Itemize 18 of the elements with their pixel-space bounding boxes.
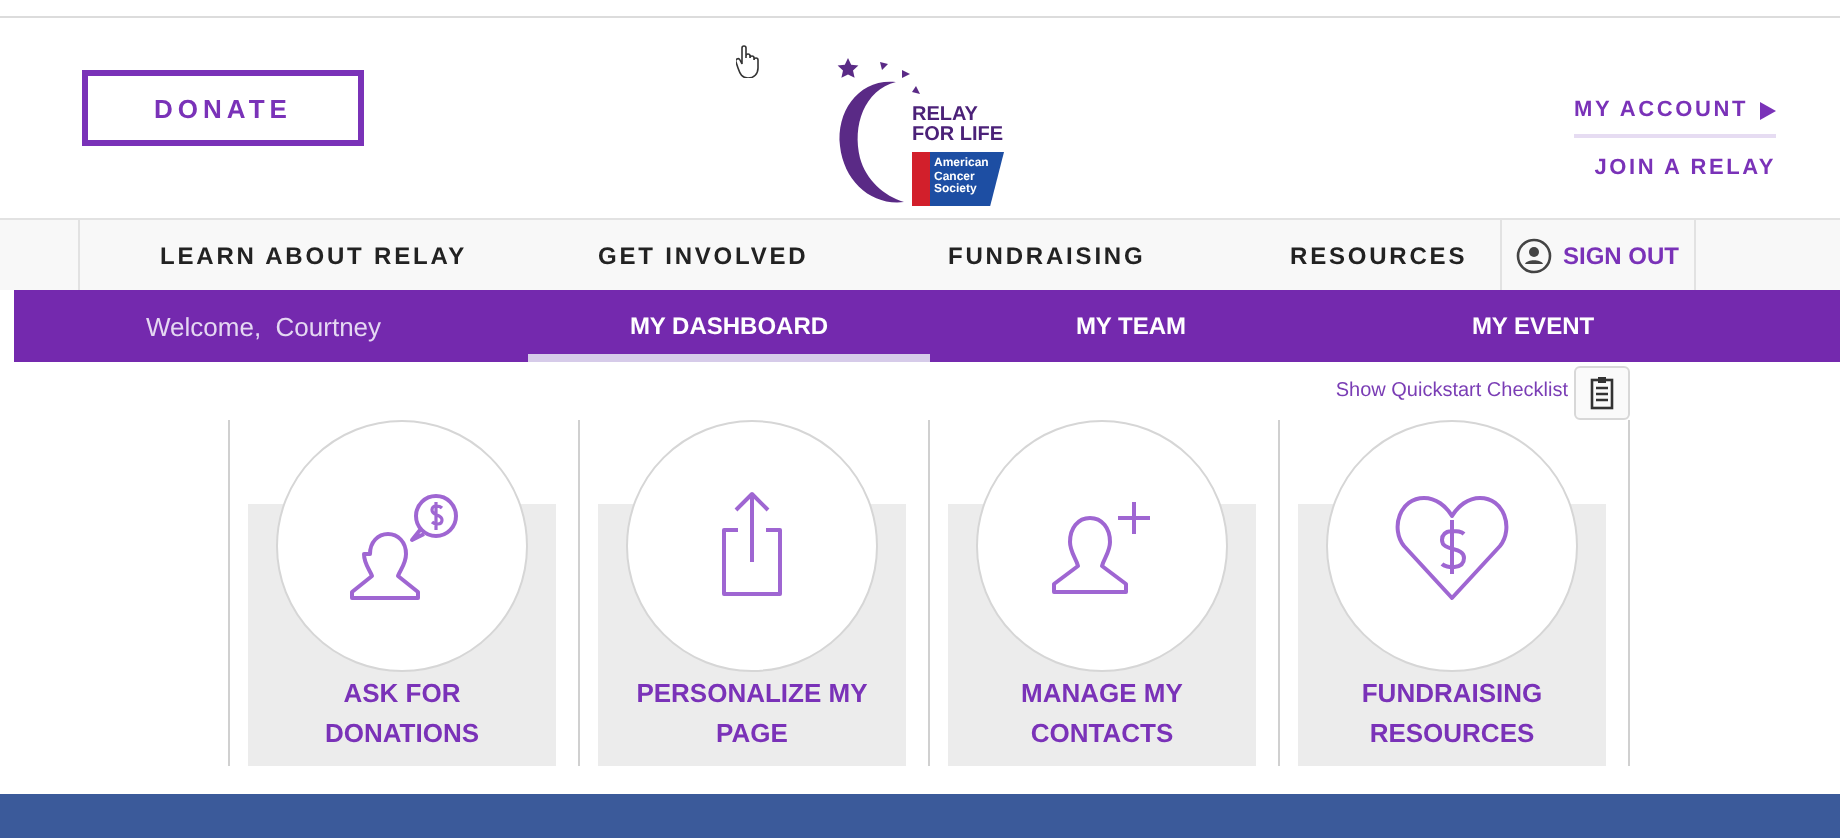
- donate-button[interactable]: DONATE: [82, 70, 364, 146]
- hand-cursor-icon: [736, 44, 760, 78]
- account-link[interactable]: JOIN A RELAY: [1594, 156, 1776, 196]
- welcome-text: Welcome, Courtney: [144, 309, 384, 346]
- checklist-button[interactable]: [1574, 365, 1630, 419]
- user-circle-icon: [1516, 237, 1553, 273]
- quickstart-link[interactable]: Show Quickstart Checklist: [1335, 379, 1568, 401]
- nav-tab[interactable]: MY DASHBOARD: [528, 290, 930, 362]
- nav-tab[interactable]: MY TEAM: [930, 290, 1332, 362]
- logo-title: RELAY FOR LIFE: [912, 106, 1004, 146]
- nav-link[interactable]: RESOURCES: [1210, 220, 1500, 290]
- nav-tab[interactable]: MY EVENT: [1332, 290, 1734, 362]
- clipboard-icon: [1590, 375, 1614, 409]
- triangle-right-icon: [1760, 101, 1776, 119]
- nav-link[interactable]: FUNDRAISING: [868, 220, 1210, 290]
- nav-link[interactable]: GET INVOLVED: [518, 220, 868, 290]
- nav-link[interactable]: LEARN ABOUT RELAY: [80, 220, 518, 290]
- account-link[interactable]: MY ACCOUNT: [1574, 98, 1776, 138]
